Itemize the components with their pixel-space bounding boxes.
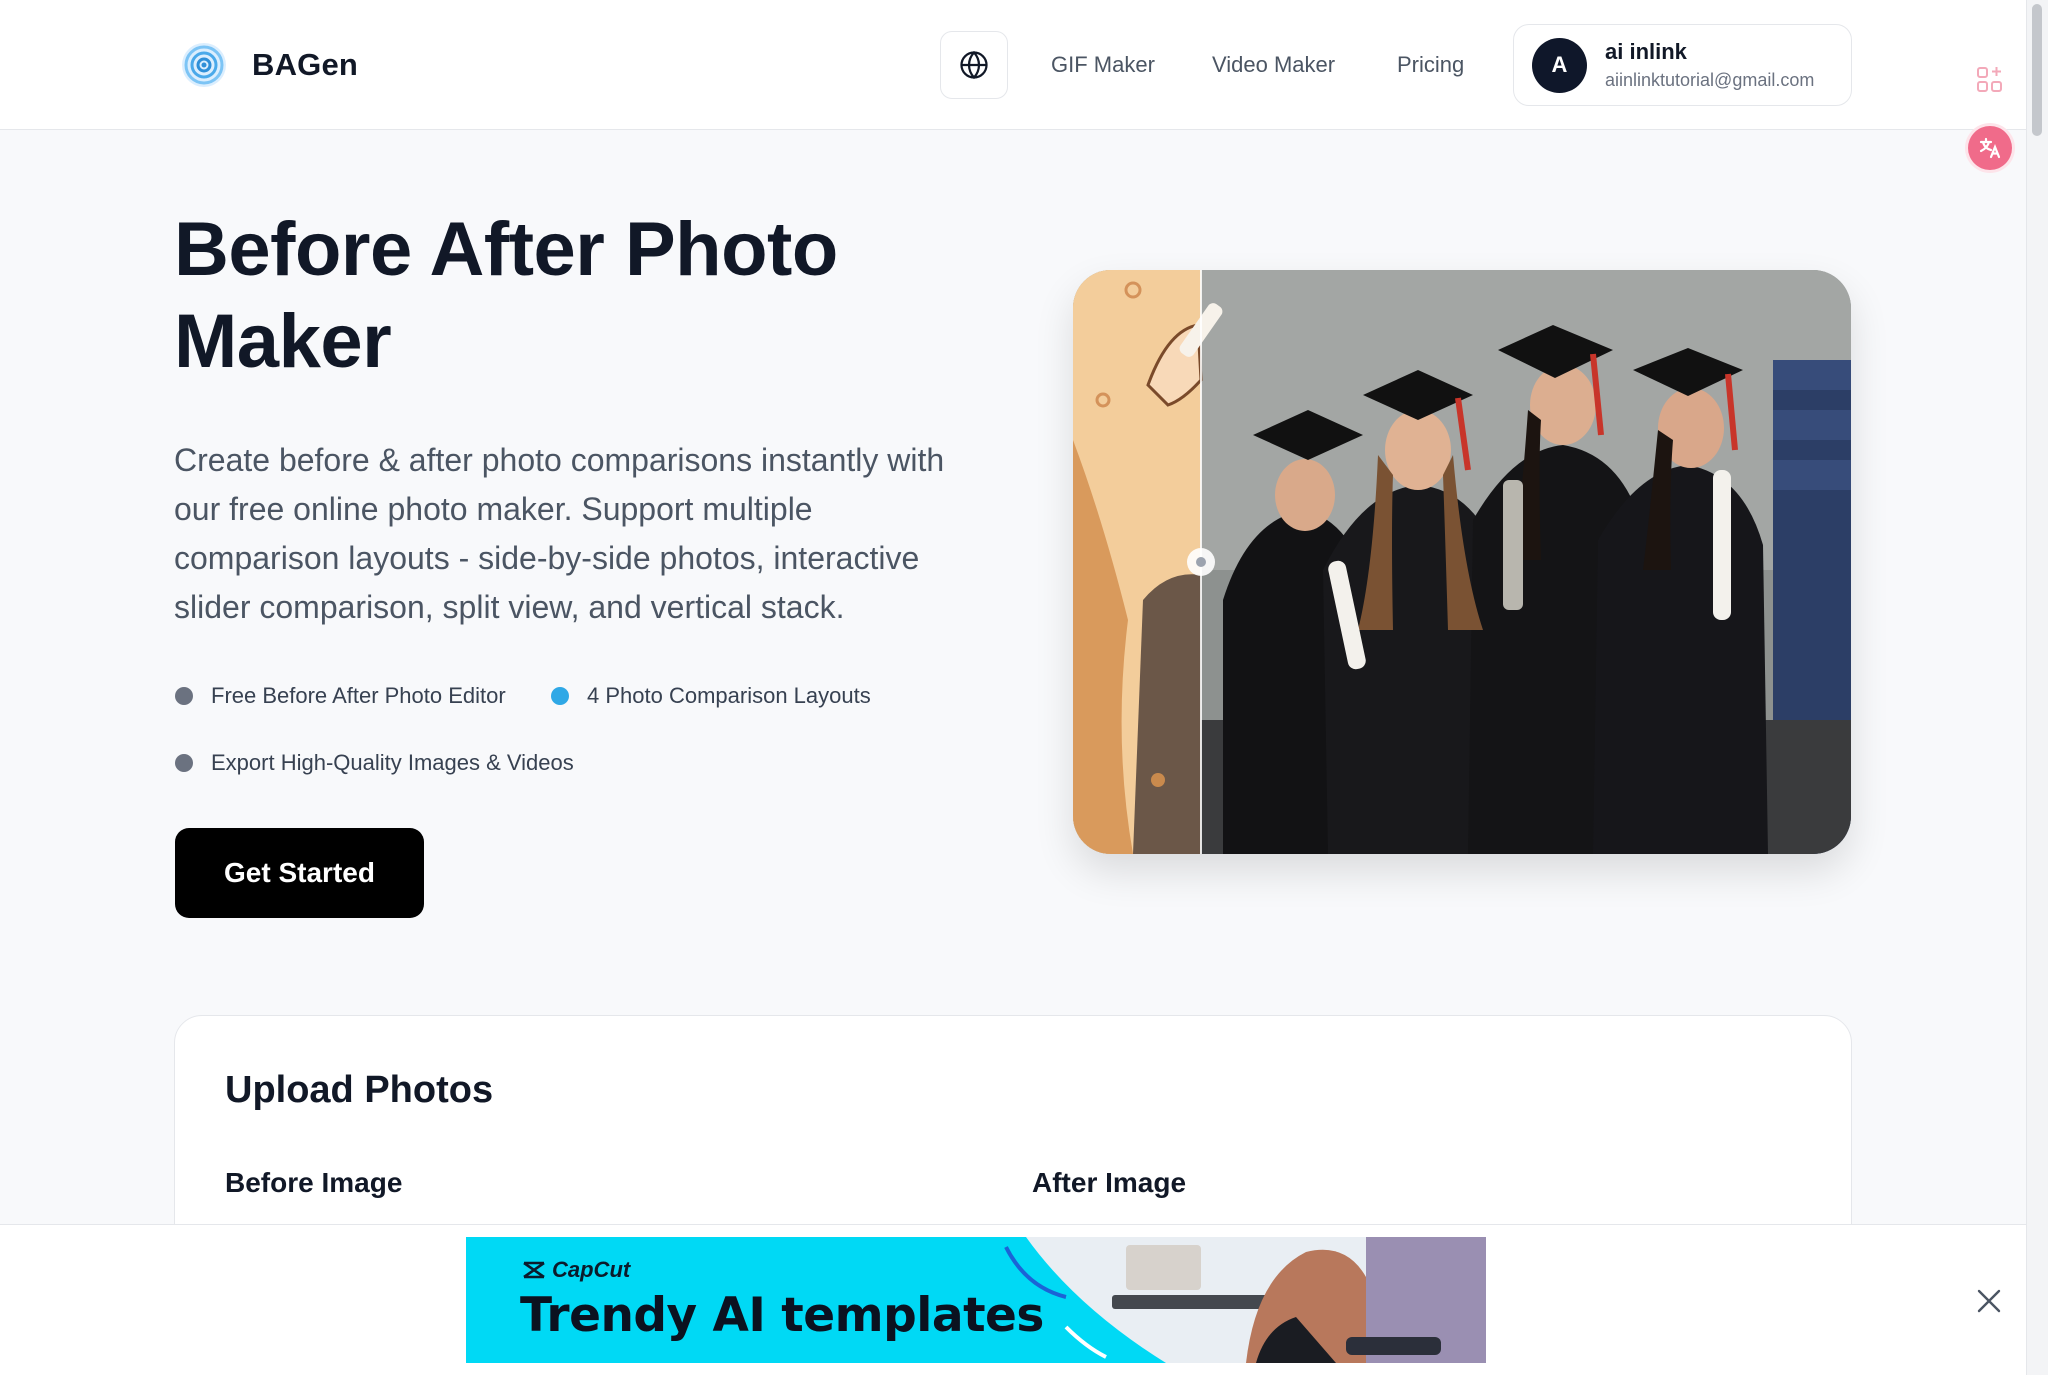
page-title: Before After Photo Maker (174, 207, 838, 384)
user-account-menu[interactable]: A ai inlink aiinlinktutorial@gmail.com (1513, 24, 1852, 106)
feature-label: Free Before After Photo Editor (211, 683, 506, 708)
translate-icon (1979, 137, 2001, 159)
feature-item: Free Before After Photo Editor (175, 682, 506, 710)
ad-brand: CapCut (522, 1257, 630, 1283)
upload-section-title: Upload Photos (225, 1069, 494, 1111)
top-header: BAGen GIF Maker Video Maker Pricing A ai… (0, 0, 2026, 130)
hero-comparison-image[interactable] (1073, 270, 1851, 854)
translate-button[interactable] (1968, 126, 2012, 170)
bullet-dot-icon (175, 687, 193, 705)
feature-item: Export High-Quality Images & Videos (175, 749, 574, 777)
user-info: ai inlink aiinlinktutorial@gmail.com (1605, 38, 1814, 92)
globe-icon (960, 50, 988, 80)
feature-item: 4 Photo Comparison Layouts (551, 682, 871, 710)
scrollbar-thumb[interactable] (2032, 4, 2042, 136)
close-ad-button[interactable] (1972, 1284, 2006, 1318)
apps-sparkle-icon (1977, 67, 2002, 92)
logo-icon (182, 43, 226, 87)
language-button[interactable] (940, 31, 1008, 99)
brand-name: BAGen (252, 47, 359, 82)
apps-sparkle-button[interactable] (1970, 62, 2010, 98)
get-started-button[interactable]: Get Started (175, 828, 424, 918)
page-scrollbar[interactable] (2026, 0, 2048, 1375)
user-name: ai inlink (1605, 39, 1687, 64)
feature-label: Export High-Quality Images & Videos (211, 750, 574, 775)
ad-headline: Trendy AI templates (520, 1288, 1044, 1343)
hero-description: Create before & after photo comparisons … (174, 442, 945, 625)
avatar: A (1532, 37, 1587, 93)
before-image-label: Before Image (225, 1167, 403, 1198)
feature-label: 4 Photo Comparison Layouts (587, 683, 871, 708)
user-email: aiinlinktutorial@gmail.com (1605, 70, 1815, 90)
bullet-dot-icon (175, 754, 193, 772)
bullet-dot-icon (551, 687, 569, 705)
nav-video-maker[interactable]: Video Maker (1212, 50, 1335, 80)
ad-brand-name: CapCut (552, 1257, 631, 1282)
nav-gif-maker[interactable]: GIF Maker (1051, 50, 1155, 80)
after-image-label: After Image (1032, 1167, 1187, 1198)
close-icon (1977, 1289, 2001, 1313)
nav-pricing[interactable]: Pricing (1397, 50, 1464, 80)
capcut-logo-icon (523, 1261, 545, 1279)
brand-logo[interactable]: BAGen (180, 40, 358, 90)
